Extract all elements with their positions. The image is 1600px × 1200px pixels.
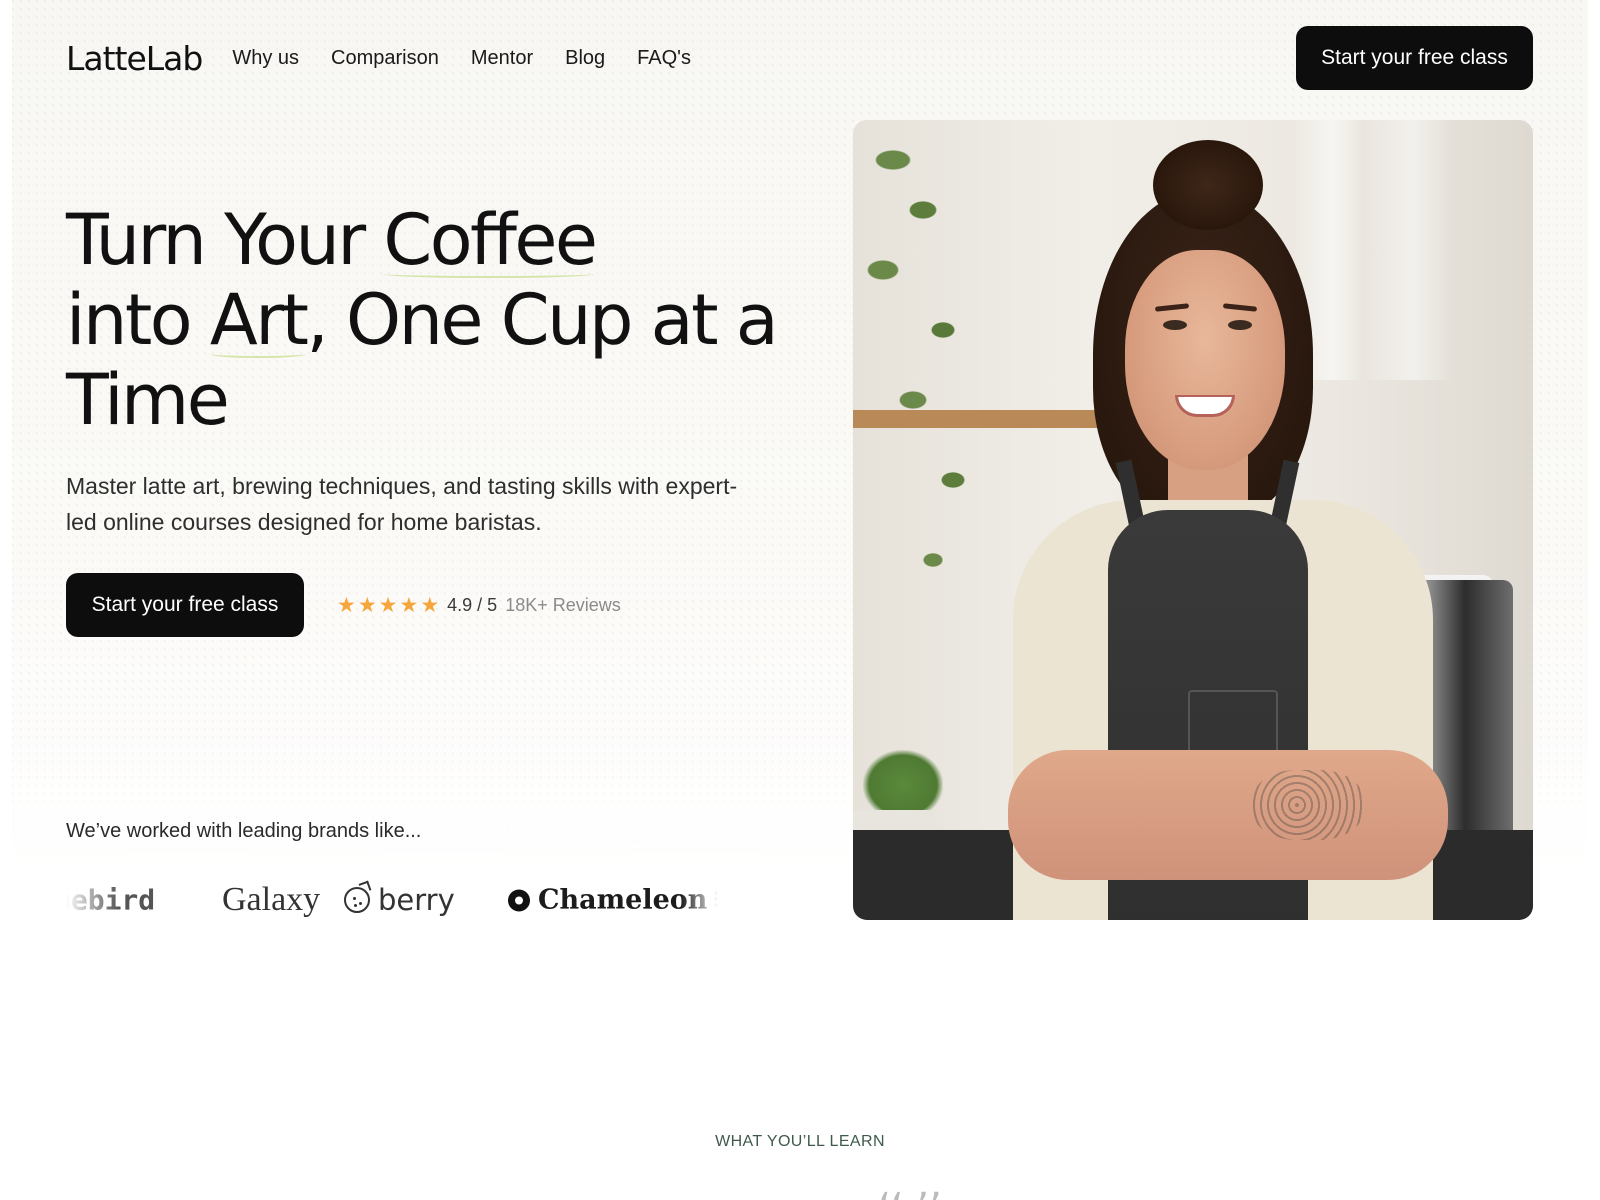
rating: ★ ★ ★ ★ ★ 4.9 / 5 18K+ Reviews (337, 595, 621, 616)
nav-link-mentor[interactable]: Mentor (471, 47, 533, 70)
rating-reviews: 18K+ Reviews (505, 594, 621, 615)
hero-subtitle: Master latte art, brewing techniques, an… (66, 473, 738, 535)
nav-link-faqs[interactable]: FAQ's (637, 47, 691, 70)
section-eyebrow: WHAT YOU’LL LEARN (715, 1133, 885, 1150)
brand-name: Chameleon (538, 884, 708, 916)
brand-name: Galaxy (222, 881, 321, 918)
rating-stars: ★ ★ ★ ★ ★ (337, 595, 439, 616)
hero-cta-row: Start your free class ★ ★ ★ ★ ★ 4.9 / 5 … (66, 573, 621, 637)
brand-logo-partial: ⁝ (712, 886, 720, 915)
hero-title: Turn Your Coffee into Art, One Cup at a T… (66, 200, 786, 440)
nav-link-blog[interactable]: Blog (565, 47, 605, 70)
hero-barista-image (853, 120, 1533, 920)
star-icon: ★ (378, 593, 398, 617)
brand-logo-chameleon: Chameleon (508, 885, 707, 916)
hero-title-highlight-coffee: Coffee (383, 199, 598, 281)
header-start-free-class-button[interactable]: Start your free class (1296, 26, 1533, 90)
section-heading-peek: ‘‘ ’’ (760, 1185, 1060, 1200)
brands-carousel: uebird Galaxy berry Chameleon ⁝ (66, 870, 720, 930)
rating-score: 4.9 / 5 (447, 594, 498, 615)
brand-name: uebird (66, 883, 156, 917)
brand-name: berry (378, 883, 455, 917)
brand-partial-icon: ⁝ (712, 886, 720, 914)
brands-label: We’ve worked with leading brands like... (66, 820, 422, 842)
hero-start-free-class-button[interactable]: Start your free class (66, 573, 304, 637)
brand-logo-bluebird: uebird (66, 884, 155, 917)
brand-logo-berry: berry (344, 883, 455, 917)
star-icon: ★ (357, 593, 377, 617)
hero-title-part2: into (66, 279, 210, 361)
barista-person (933, 130, 1453, 920)
logo[interactable]: LatteLab (66, 39, 203, 78)
star-icon: ★ (337, 593, 356, 617)
chameleon-icon (508, 889, 530, 911)
hero-title-part1: Turn Your (66, 199, 384, 281)
star-icon: ★ (399, 593, 419, 617)
brand-logo-galaxy: Galaxy (222, 881, 320, 919)
star-icon: ★ (420, 593, 440, 617)
hero-title-highlight-art: Art (209, 279, 309, 361)
main-nav: Why us Comparison Mentor Blog FAQ's (232, 47, 691, 70)
nav-link-why-us[interactable]: Why us (232, 47, 299, 70)
site-header: LatteLab Why us Comparison Mentor Blog F… (66, 26, 1533, 90)
berry-icon (344, 887, 370, 913)
landing-page: LatteLab Why us Comparison Mentor Blog F… (0, 0, 1600, 1200)
nav-link-comparison[interactable]: Comparison (331, 47, 439, 70)
